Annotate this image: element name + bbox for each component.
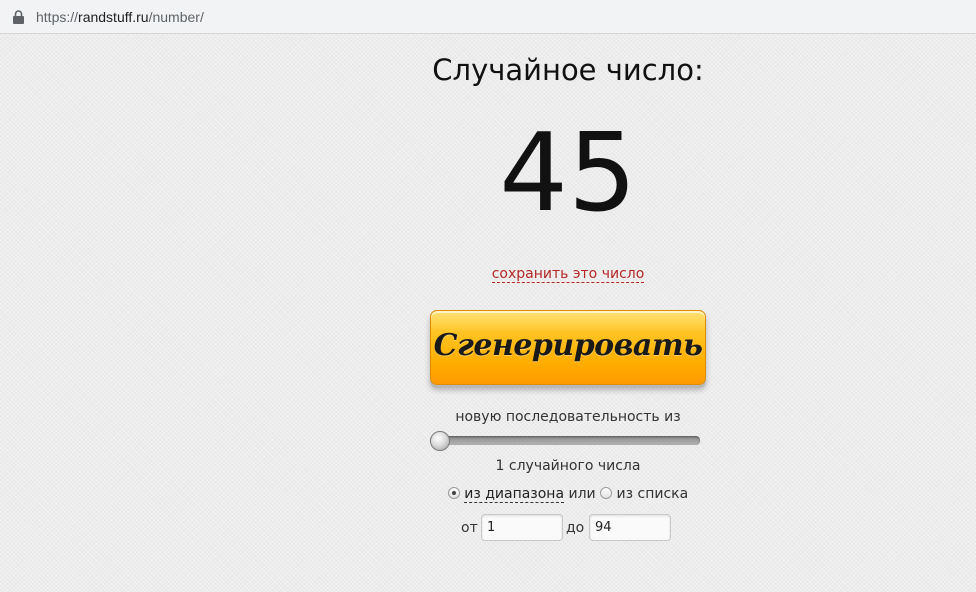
- url-text[interactable]: https://randstuff.ru/number/: [36, 8, 204, 26]
- count-label: 1 случайного числа: [495, 458, 641, 474]
- to-label: до: [566, 520, 585, 536]
- count-slider[interactable]: [430, 431, 700, 451]
- range-inputs: от до: [368, 514, 768, 542]
- address-bar[interactable]: https://randstuff.ru/number/: [0, 0, 976, 34]
- save-number-row: сохранить это число: [368, 265, 768, 283]
- to-input[interactable]: [589, 514, 671, 541]
- or-text: или: [564, 486, 601, 502]
- page-title: Случайное число:: [432, 53, 704, 87]
- random-number: 45: [499, 111, 637, 236]
- save-number-link[interactable]: сохранить это число: [491, 266, 645, 283]
- slider-track[interactable]: [430, 436, 700, 445]
- slider-thumb[interactable]: [430, 431, 450, 451]
- from-input[interactable]: [481, 514, 563, 541]
- from-label: от: [461, 520, 478, 536]
- generate-button[interactable]: Сгенерировать: [430, 310, 706, 385]
- list-radio[interactable]: [600, 487, 613, 499]
- list-option-label[interactable]: из списка: [617, 486, 689, 502]
- range-option-link[interactable]: из диапазона: [464, 486, 565, 503]
- range-radio[interactable]: [447, 487, 460, 499]
- mode-selector: из диапазона или из списка: [368, 485, 768, 503]
- generate-button-label: Сгенерировать: [433, 328, 703, 363]
- url-scheme: https://: [36, 9, 79, 25]
- url-path: /number/: [148, 9, 204, 25]
- url-host: randstuff.ru: [78, 9, 149, 25]
- lock-icon: [13, 10, 24, 24]
- sequence-label: новую последовательность из: [455, 409, 681, 425]
